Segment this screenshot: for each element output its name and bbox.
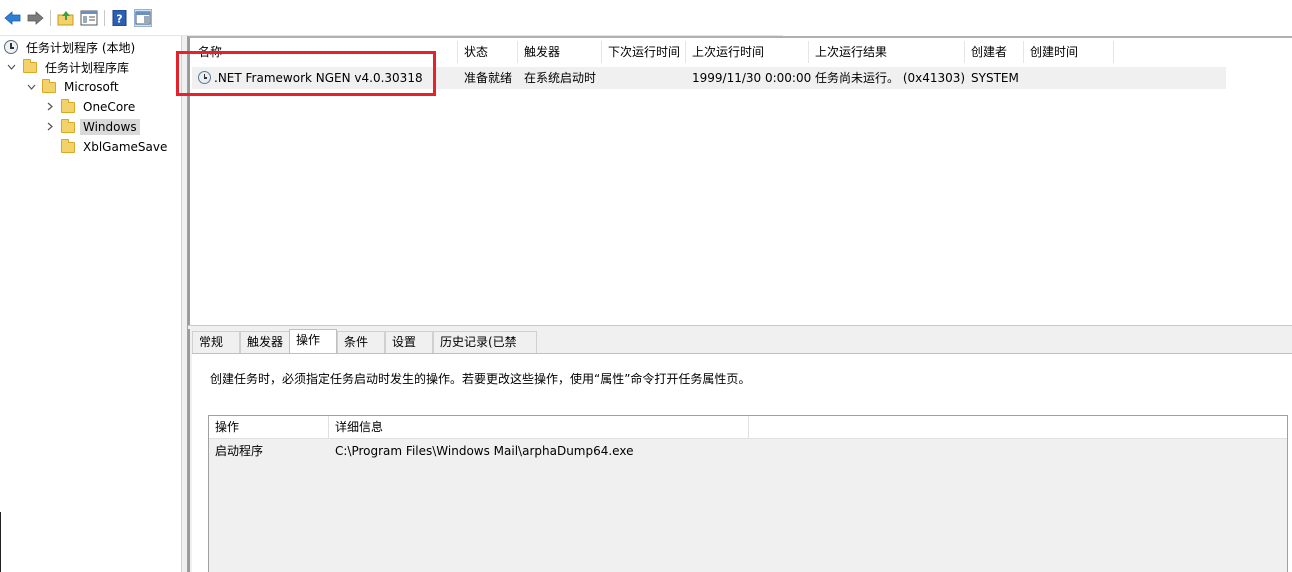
tree-item-root[interactable]: 任务计划程序 (本地) [4, 37, 138, 57]
tree-item-label: 任务计划程序 (本地) [26, 40, 136, 55]
folder-icon [61, 118, 75, 133]
tree-item-library[interactable]: 任务计划程序库 [23, 57, 132, 77]
help-icon[interactable]: ? [111, 9, 129, 27]
actions-tab-panel: 创建任务时，必须指定任务启动时发生的操作。若要更改这些操作，使用“属性”命令打开… [192, 353, 1292, 572]
toolbar: ? [0, 0, 783, 36]
back-icon[interactable] [4, 9, 22, 27]
tab-conditions[interactable]: 条件 [337, 331, 385, 353]
tree-item-windows[interactable]: Windows [61, 117, 140, 137]
chevron-down-icon[interactable] [26, 82, 36, 92]
tab-history[interactable]: 历史记录(已禁用) [433, 331, 537, 369]
folder-icon [42, 78, 56, 93]
column-header-detail[interactable]: 详细信息 [329, 416, 749, 439]
folder-icon [61, 98, 75, 113]
annotation-highlight-box [176, 51, 436, 96]
window-edge [0, 512, 1, 572]
task-status: 准备就绪 [464, 71, 513, 85]
tab-settings[interactable]: 设置 [385, 331, 433, 353]
table-row[interactable]: 启动程序 C:\Program Files\Windows Mail\arpha… [209, 440, 1287, 462]
tree-item-label: 任务计划程序库 [45, 60, 130, 75]
tab-triggers[interactable]: 触发器 [240, 331, 290, 353]
task-author: SYSTEM [971, 71, 1019, 85]
tree-item-label: OneCore [83, 100, 136, 114]
column-header-last-run[interactable]: 上次运行时间 [686, 41, 809, 63]
tree-item-label: XblGameSave [83, 140, 168, 154]
folder-icon [61, 138, 75, 153]
forward-icon[interactable] [26, 9, 44, 27]
column-header-author[interactable]: 创建者 [965, 41, 1024, 63]
task-last-result: 任务尚未运行。 (0x41303) [815, 71, 966, 85]
task-trigger: 在系统启动时 [524, 71, 597, 85]
show-hide-console-tree-icon[interactable] [80, 9, 98, 27]
action-detail: C:\Program Files\Windows Mail\arphaDump6… [335, 444, 634, 458]
library-folder-icon [23, 58, 37, 73]
tree-item-label: Windows [80, 119, 140, 135]
chevron-right-icon[interactable] [45, 121, 55, 131]
task-scheduler-icon [4, 40, 18, 54]
up-folder-icon[interactable] [57, 9, 75, 27]
tab-general[interactable]: 常规 [192, 331, 240, 353]
actions-table: 操作 详细信息 启动程序 C:\Program Files\Windows Ma… [208, 415, 1288, 572]
chevron-down-icon[interactable] [6, 62, 16, 72]
column-header-status[interactable]: 状态 [458, 41, 518, 63]
tab-actions[interactable]: 操作 [289, 329, 337, 354]
task-last-run: 1999/11/30 0:00:00 [692, 71, 812, 85]
actions-table-header: 操作 详细信息 [209, 416, 1287, 439]
tree-item-label: Microsoft [64, 80, 119, 94]
tree-item-xblgamesave[interactable]: XblGameSave [61, 137, 170, 157]
column-header-next-run[interactable]: 下次运行时间 [602, 41, 686, 63]
column-header-last-result[interactable]: 上次运行结果 [809, 41, 965, 63]
show-hide-action-pane-icon[interactable] [134, 9, 152, 27]
tree-item-microsoft[interactable]: Microsoft [42, 77, 122, 97]
column-header-action[interactable]: 操作 [209, 416, 329, 439]
actions-description: 创建任务时，必须指定任务启动时发生的操作。若要更改这些操作，使用“属性”命令打开… [210, 372, 751, 386]
vertical-splitter[interactable] [181, 36, 188, 572]
tree-item-onecore[interactable]: OneCore [61, 97, 138, 117]
column-header-created[interactable]: 创建时间 [1024, 41, 1114, 63]
detail-pane: 常规 触发器 操作 条件 设置 历史记录(已禁用) 创建任务时，必须指定任务启动… [188, 329, 1292, 572]
console-tree: 任务计划程序 (本地) 任务计划程序库 Microsoft OneCore Wi… [0, 36, 181, 512]
svg-text:?: ? [116, 13, 122, 26]
chevron-right-icon[interactable] [45, 101, 55, 111]
action-type: 启动程序 [215, 444, 264, 458]
column-header-trigger[interactable]: 触发器 [518, 41, 602, 63]
